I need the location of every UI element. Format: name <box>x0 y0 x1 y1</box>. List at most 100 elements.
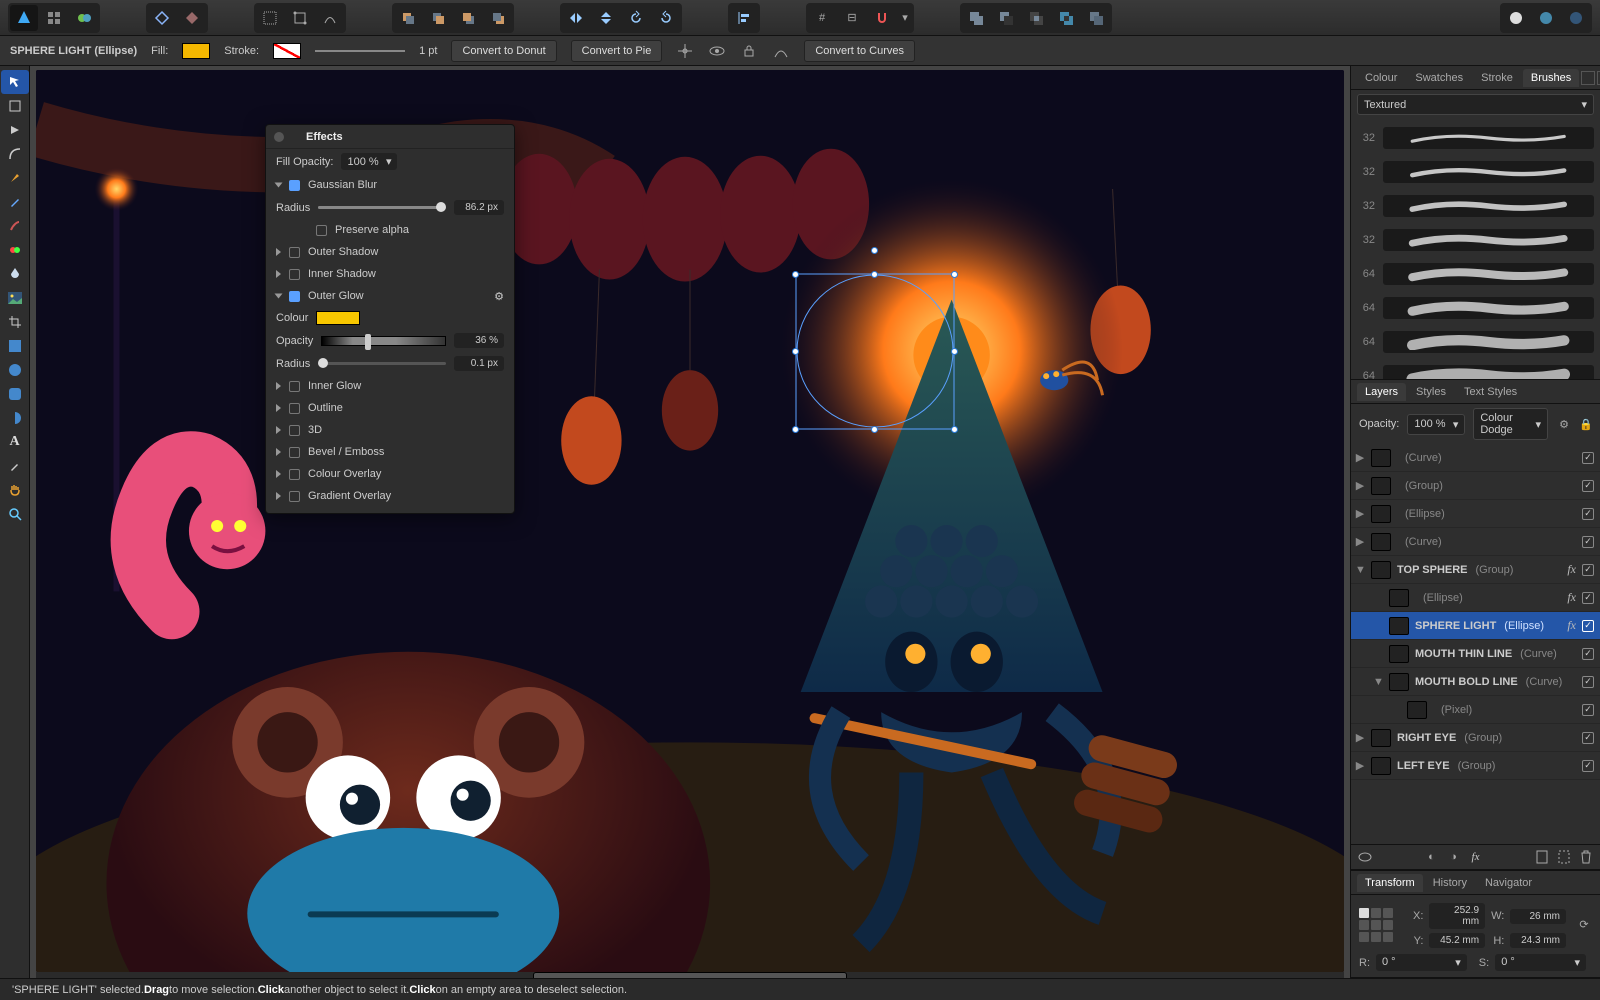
brush-item[interactable]: 32 <box>1357 121 1594 155</box>
gaussian-checkbox[interactable] <box>289 180 300 191</box>
s-field[interactable]: 0 °▾ <box>1495 954 1586 971</box>
brush-item[interactable]: 32 <box>1357 189 1594 223</box>
og-opacity-value[interactable]: 36 % <box>454 333 504 348</box>
disclosure-icon[interactable] <box>276 426 281 434</box>
layer-row[interactable]: (Pixel) <box>1351 696 1600 724</box>
disclosure-icon[interactable] <box>276 470 281 478</box>
order-forward-icon[interactable] <box>424 5 452 31</box>
eyedropper-tool[interactable] <box>1 454 29 478</box>
brush-tool[interactable] <box>1 214 29 238</box>
mask-icon[interactable] <box>1357 849 1373 865</box>
snapping-menu-icon[interactable]: ▾ <box>898 5 912 31</box>
r-field[interactable]: 0 °▾ <box>1376 954 1467 971</box>
node-tool[interactable] <box>1 118 29 142</box>
og-colour-swatch[interactable] <box>316 311 360 325</box>
order-back-icon[interactable] <box>484 5 512 31</box>
disclosure-icon[interactable] <box>276 448 281 456</box>
visibility-checkbox[interactable] <box>1582 452 1594 464</box>
persona-icon[interactable] <box>40 5 68 31</box>
layer-row[interactable]: (Ellipse)fx <box>1351 584 1600 612</box>
panel-menu-icon[interactable] <box>1581 71 1595 85</box>
disclosure-icon[interactable]: ▶ <box>1355 479 1365 492</box>
eye-icon[interactable] <box>708 42 726 60</box>
brush-item[interactable]: 64 <box>1357 359 1594 379</box>
disclosure-icon[interactable]: ▶ <box>1355 507 1365 520</box>
rotate-cw-icon[interactable] <box>652 5 680 31</box>
visibility-checkbox[interactable] <box>1582 704 1594 716</box>
three-d-checkbox[interactable] <box>289 425 300 436</box>
visibility-checkbox[interactable] <box>1582 592 1594 604</box>
stroke-preview[interactable] <box>315 50 405 52</box>
bool-intersect-icon[interactable] <box>1022 5 1050 31</box>
visibility-checkbox[interactable] <box>1582 564 1594 576</box>
rotate-ccw-icon[interactable] <box>622 5 650 31</box>
visibility-checkbox[interactable] <box>1582 508 1594 520</box>
bevel-checkbox[interactable] <box>289 447 300 458</box>
layer-row[interactable]: ▶RIGHT EYE (Group) <box>1351 724 1600 752</box>
layer-row[interactable]: ▶ (Curve) <box>1351 528 1600 556</box>
outer-shadow-checkbox[interactable] <box>289 247 300 258</box>
disclosure-icon[interactable] <box>275 183 283 188</box>
convert-pie-button[interactable]: Convert to Pie <box>571 40 663 62</box>
rounded-rect-tool[interactable] <box>1 382 29 406</box>
link-wh-icon[interactable]: ⟳ <box>1576 917 1592 933</box>
brush-item[interactable]: 32 <box>1357 155 1594 189</box>
disclosure-icon[interactable]: ▼ <box>1373 676 1383 688</box>
persona-pixel-icon[interactable] <box>70 5 98 31</box>
layer-row[interactable]: ▶ (Group) <box>1351 472 1600 500</box>
delete-layer-icon[interactable] <box>1578 849 1594 865</box>
adjustment-icon[interactable]: ◐ <box>1424 849 1440 865</box>
fill-swatch[interactable] <box>182 43 210 59</box>
app-logo-icon[interactable] <box>10 5 38 31</box>
visibility-checkbox[interactable] <box>1582 536 1594 548</box>
canvas-area[interactable]: Effects Fill Opacity: 100 %▾ Gaussian Bl… <box>30 66 1350 978</box>
tab-brushes[interactable]: Brushes <box>1523 69 1579 87</box>
tab-history[interactable]: History <box>1425 874 1475 892</box>
move-tool[interactable] <box>1 70 29 94</box>
flip-v-icon[interactable] <box>592 5 620 31</box>
layer-row[interactable]: SPHERE LIGHT (Ellipse)fx <box>1351 612 1600 640</box>
og-radius-slider[interactable] <box>318 362 446 365</box>
curves-icon[interactable] <box>772 42 790 60</box>
gaussian-radius-value[interactable]: 86.2 px <box>454 200 504 215</box>
brush-item[interactable]: 32 <box>1357 223 1594 257</box>
disclosure-icon[interactable] <box>275 294 283 299</box>
bool-divide-icon[interactable] <box>1082 5 1110 31</box>
visibility-checkbox[interactable] <box>1582 676 1594 688</box>
w-field[interactable]: 26 mm <box>1510 909 1566 924</box>
outer-glow-checkbox[interactable] <box>289 291 300 302</box>
close-icon[interactable] <box>274 132 284 142</box>
view-mode-1-icon[interactable] <box>148 5 176 31</box>
place-image-tool[interactable] <box>1 286 29 310</box>
disclosure-icon[interactable]: ▶ <box>1355 731 1365 744</box>
disclosure-icon[interactable] <box>276 270 281 278</box>
visibility-checkbox[interactable] <box>1582 648 1594 660</box>
gaussian-radius-slider[interactable] <box>318 206 446 209</box>
brush-category-dropdown[interactable]: Textured▾ <box>1357 94 1594 115</box>
stroke-swatch[interactable] <box>273 43 301 59</box>
help-icon[interactable] <box>1562 5 1590 31</box>
snap-nodes-icon[interactable] <box>316 5 344 31</box>
snapping-icon[interactable] <box>868 5 896 31</box>
bool-subtract-icon[interactable] <box>992 5 1020 31</box>
add-pixel-layer-icon[interactable] <box>1556 849 1572 865</box>
text-tool[interactable]: A <box>1 430 29 454</box>
lock-children-icon[interactable] <box>740 42 758 60</box>
gradient-overlay-checkbox[interactable] <box>289 491 300 502</box>
disclosure-icon[interactable]: ▶ <box>1355 451 1365 464</box>
blend-mode-dropdown[interactable]: Colour Dodge▾ <box>1473 408 1548 440</box>
x-field[interactable]: 252.9 mm <box>1429 903 1485 929</box>
og-radius-value[interactable]: 0.1 px <box>454 356 504 371</box>
stroke-width-value[interactable]: 1 pt <box>419 45 437 57</box>
transparency-tool[interactable] <box>1 262 29 286</box>
brush-item[interactable]: 64 <box>1357 257 1594 291</box>
brush-item[interactable]: 64 <box>1357 325 1594 359</box>
gear-icon[interactable]: ⚙ <box>494 290 504 303</box>
bool-xor-icon[interactable] <box>1052 5 1080 31</box>
layer-row[interactable]: MOUTH THIN LINE (Curve) <box>1351 640 1600 668</box>
selection-bounds[interactable] <box>795 250 955 430</box>
layer-row[interactable]: ▶ (Ellipse) <box>1351 500 1600 528</box>
corner-tool[interactable] <box>1 142 29 166</box>
snap-grid-icon[interactable] <box>256 5 284 31</box>
bool-add-icon[interactable] <box>962 5 990 31</box>
